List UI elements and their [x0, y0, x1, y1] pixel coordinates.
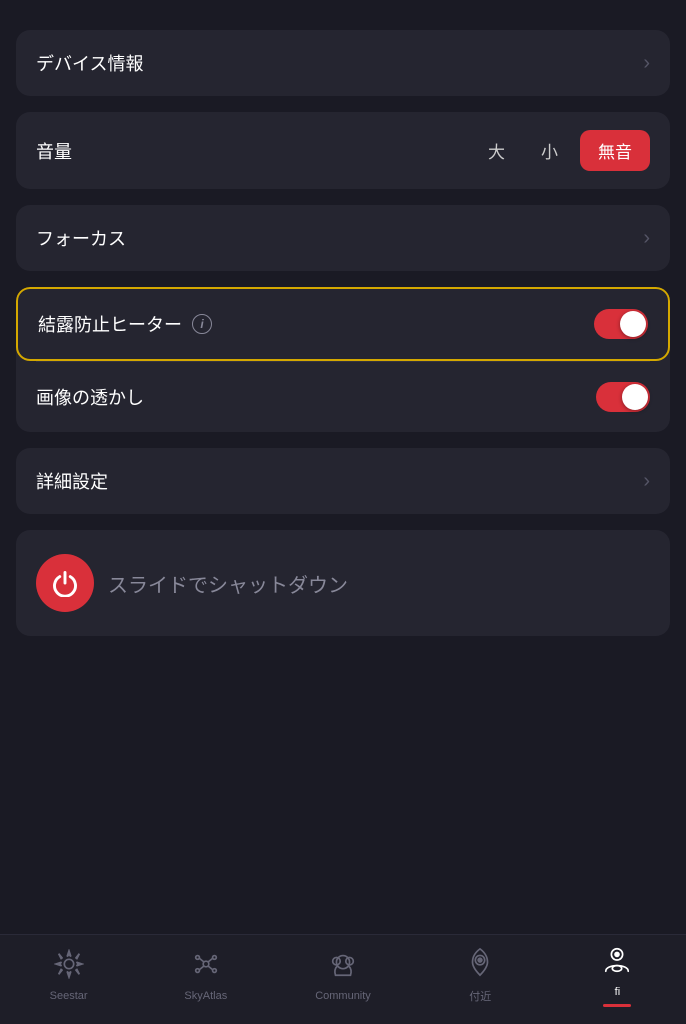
- advanced-row[interactable]: 詳細設定 ›: [16, 448, 670, 514]
- volume-large-button[interactable]: 大: [474, 132, 519, 169]
- advanced-card: 詳細設定 ›: [16, 448, 670, 514]
- watermark-toggle[interactable]: [596, 382, 650, 412]
- volume-card: 音量 大 小 無音: [16, 112, 670, 189]
- shutdown-text: スライドでシャットダウン: [108, 569, 348, 598]
- profile-nav-indicator: [603, 1004, 631, 1007]
- nav-item-profile[interactable]: fi: [549, 945, 686, 1007]
- anti-dew-row[interactable]: 結露防止ヒーター i: [16, 287, 670, 361]
- bottom-nav: Seestar SkyAtlas: [0, 934, 686, 1024]
- volume-small-button[interactable]: 小: [527, 132, 572, 169]
- watermark-toggle-knob: [622, 384, 648, 410]
- focus-chevron-icon: ›: [643, 227, 650, 250]
- nav-item-seestar[interactable]: Seestar: [0, 949, 137, 1002]
- advanced-chevron-icon: ›: [643, 470, 650, 493]
- watermark-row[interactable]: 画像の透かし: [16, 362, 670, 432]
- volume-mute-button[interactable]: 無音: [580, 130, 650, 171]
- nearby-nav-label: 付近: [469, 988, 491, 1004]
- device-info-row[interactable]: デバイス情報 ›: [16, 30, 670, 96]
- toggle-card: 結露防止ヒーター i 画像の透かし: [16, 287, 670, 432]
- power-button[interactable]: [36, 554, 94, 612]
- seestar-icon: [54, 949, 84, 986]
- watermark-label: 画像の透かし: [36, 384, 144, 410]
- volume-controls: 大 小 無音: [474, 130, 650, 171]
- device-info-card: デバイス情報 ›: [16, 30, 670, 96]
- community-nav-label: Community: [315, 990, 371, 1002]
- nearby-icon: [465, 947, 495, 984]
- focus-label: フォーカス: [36, 225, 126, 251]
- anti-dew-info-icon[interactable]: i: [192, 314, 212, 334]
- anti-dew-label-text: 結露防止ヒーター: [38, 311, 182, 337]
- nav-item-nearby[interactable]: 付近: [412, 947, 549, 1004]
- main-content: デバイス情報 › 音量 大 小 無音 フォーカス › 結露防止ヒーター i: [0, 0, 686, 934]
- anti-dew-toggle[interactable]: [594, 309, 648, 339]
- nav-item-community[interactable]: Community: [274, 949, 411, 1002]
- focus-card: フォーカス ›: [16, 205, 670, 271]
- volume-label: 音量: [36, 138, 72, 164]
- skyatlas-nav-label: SkyAtlas: [184, 990, 227, 1002]
- profile-icon: [602, 945, 632, 982]
- anti-dew-toggle-knob: [620, 311, 646, 337]
- nav-item-skyatlas[interactable]: SkyAtlas: [137, 949, 274, 1002]
- skyatlas-icon: [191, 949, 221, 986]
- power-icon: [51, 569, 79, 597]
- anti-dew-label-group: 結露防止ヒーター i: [38, 311, 212, 337]
- advanced-label: 詳細設定: [36, 468, 108, 494]
- device-info-chevron-icon: ›: [643, 52, 650, 75]
- community-icon: [328, 949, 358, 986]
- seestar-nav-label: Seestar: [50, 990, 88, 1002]
- profile-nav-label: fi: [615, 986, 621, 998]
- shutdown-area[interactable]: スライドでシャットダウン: [16, 530, 670, 636]
- focus-row[interactable]: フォーカス ›: [16, 205, 670, 271]
- device-info-label: デバイス情報: [36, 50, 143, 76]
